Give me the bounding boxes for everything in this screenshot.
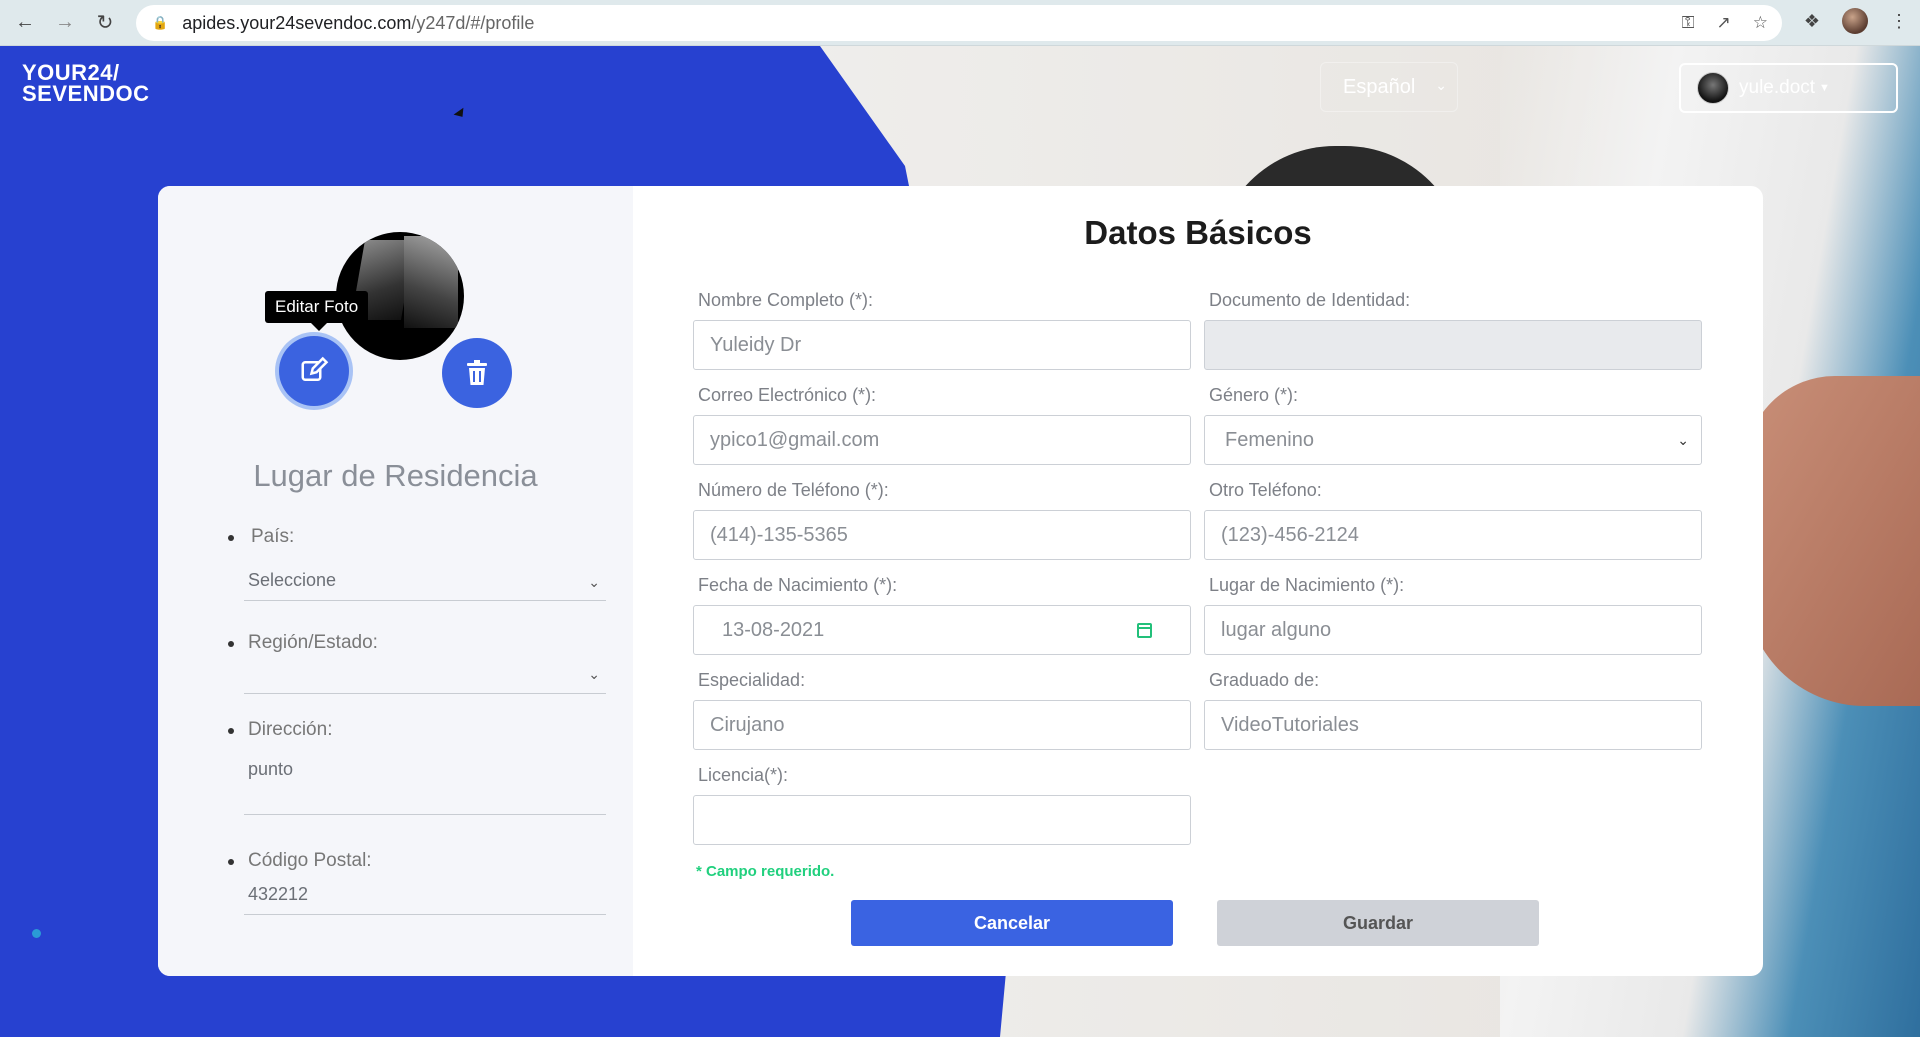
share-icon[interactable]: ↗: [1717, 13, 1731, 33]
postal-label: Código Postal:: [248, 850, 372, 871]
bullet: [228, 859, 234, 865]
page-title: Datos Básicos: [1084, 214, 1312, 251]
trash-icon: [467, 360, 487, 385]
gender-select[interactable]: Femenino ⌄: [1204, 415, 1702, 465]
reload-icon[interactable]: ↻: [90, 8, 120, 38]
status-dot: [32, 929, 41, 938]
user-menu[interactable]: yule.doct ▼: [1679, 63, 1898, 113]
back-icon[interactable]: ←: [10, 8, 40, 38]
graduated-field[interactable]: VideoTutoriales: [1204, 700, 1702, 750]
address-label: Dirección:: [248, 719, 333, 740]
profile-card: Editar Foto Lugar de Residencia País: Se…: [158, 186, 1763, 976]
specialty-value: Cirujano: [710, 713, 785, 736]
specialty-field[interactable]: Cirujano: [693, 700, 1191, 750]
birth-place-label: Lugar de Nacimiento (*):: [1209, 575, 1405, 595]
user-name: yule.doct: [1739, 77, 1816, 98]
logo[interactable]: YOUR24/ SEVENDOC: [22, 60, 150, 106]
graduated-value: VideoTutoriales: [1221, 713, 1359, 736]
logo-line2: SEVENDOC: [22, 81, 150, 106]
edit-photo-tooltip: Editar Foto: [265, 291, 369, 331]
email-label: Correo Electrónico (*):: [698, 385, 877, 405]
mouse-cursor: [453, 107, 468, 121]
postal-value: 432212: [248, 884, 309, 904]
chevron-down-icon: ⌄: [1677, 432, 1689, 448]
graduated-label: Graduado de:: [1209, 670, 1320, 690]
extensions-icon[interactable]: ❖: [1804, 11, 1820, 32]
bullet: [228, 728, 234, 734]
edit-icon: [301, 356, 329, 381]
specialty-label: Especialidad:: [698, 670, 806, 690]
other-phone-field[interactable]: (123)-456-2124: [1204, 510, 1702, 560]
full-name-value: Yuleidy Dr: [710, 333, 802, 356]
browser-toolbar: ← → ↻ 🔒 apides.your24sevendoc.com/y247d/…: [0, 0, 1920, 46]
cancel-button[interactable]: Cancelar: [851, 900, 1173, 946]
license-label: Licencia(*):: [698, 765, 789, 785]
address-value: punto: [248, 759, 294, 779]
chevron-down-icon: ⌄: [588, 574, 600, 590]
lock-icon: 🔒: [152, 15, 169, 30]
menu-kebab-icon[interactable]: ⋮: [1890, 11, 1908, 32]
birth-date-label: Fecha de Nacimiento (*):: [698, 575, 898, 595]
phone-label: Número de Teléfono (*):: [698, 480, 889, 500]
other-phone-value: (123)-456-2124: [1221, 523, 1359, 546]
calendar-icon[interactable]: [1137, 623, 1152, 638]
caret-down-icon: ▼: [1819, 82, 1830, 94]
required-note: * Campo requerido.: [696, 863, 835, 880]
key-icon[interactable]: ⚿: [1682, 13, 1695, 33]
language-select[interactable]: Español ⌄: [1320, 62, 1458, 112]
bullet: [228, 641, 234, 647]
address-bar[interactable]: 🔒 apides.your24sevendoc.com/y247d/#/prof…: [136, 5, 1782, 41]
list-item-postal: Código Postal: 432212: [228, 850, 618, 915]
birth-place-field[interactable]: lugar alguno: [1204, 605, 1702, 655]
full-name-field[interactable]: Yuleidy Dr: [693, 320, 1191, 370]
other-phone-label: Otro Teléfono:: [1209, 480, 1322, 500]
language-label: Español: [1343, 75, 1416, 98]
country-value: Seleccione: [248, 570, 337, 590]
license-field[interactable]: [693, 795, 1191, 845]
edit-photo-button[interactable]: [279, 336, 349, 406]
email-value: ypico1@gmail.com: [710, 428, 880, 451]
page-background: YOUR24/ SEVENDOC Español ⌄ yule.doct ▼ E…: [0, 46, 1920, 1037]
arm-shape: [1745, 376, 1920, 706]
birth-date-field[interactable]: 13-08-2021: [693, 605, 1191, 655]
address-field[interactable]: punto: [244, 749, 606, 815]
url-text: apides.your24sevendoc.com/y247d/#/profil…: [182, 12, 535, 33]
save-button[interactable]: Guardar: [1217, 900, 1539, 946]
chevron-down-icon: ⌄: [588, 666, 600, 682]
id-document-field: [1204, 320, 1702, 370]
postal-field[interactable]: 432212: [244, 880, 606, 915]
id-document-label: Documento de Identidad:: [1209, 290, 1411, 310]
country-select[interactable]: Seleccione ⌄: [244, 570, 606, 601]
star-icon[interactable]: ☆: [1753, 13, 1768, 33]
phone-field[interactable]: (414)-135-5365: [693, 510, 1191, 560]
profile-sidebar: Editar Foto Lugar de Residencia País: Se…: [158, 186, 633, 976]
user-avatar: [1697, 72, 1729, 104]
email-field[interactable]: ypico1@gmail.com: [693, 415, 1191, 465]
birth-date-value: 13-08-2021: [722, 618, 825, 641]
birth-place-value: lugar alguno: [1221, 618, 1332, 641]
region-label: Región/Estado:: [248, 632, 378, 653]
country-label: País:: [251, 526, 295, 547]
list-item-address: Dirección: punto: [228, 719, 618, 815]
region-select[interactable]: ⌄: [244, 660, 606, 694]
list-item-region: Región/Estado: ⌄: [228, 632, 618, 694]
delete-photo-button[interactable]: [442, 338, 512, 408]
full-name-label: Nombre Completo (*):: [698, 290, 874, 310]
logo-line1: YOUR24/: [22, 60, 120, 85]
browser-profile-avatar[interactable]: [1842, 8, 1868, 34]
list-item-country: País: Seleccione ⌄: [228, 526, 618, 601]
residence-title: Lugar de Residencia: [253, 458, 538, 493]
gender-label: Género (*):: [1209, 385, 1299, 405]
forward-icon[interactable]: →: [50, 8, 80, 38]
bullet: [228, 535, 234, 541]
chevron-down-icon: ⌄: [1435, 77, 1447, 93]
xray-shape-right: [404, 236, 458, 328]
phone-value: (414)-135-5365: [710, 523, 848, 546]
gender-value: Femenino: [1225, 428, 1314, 451]
